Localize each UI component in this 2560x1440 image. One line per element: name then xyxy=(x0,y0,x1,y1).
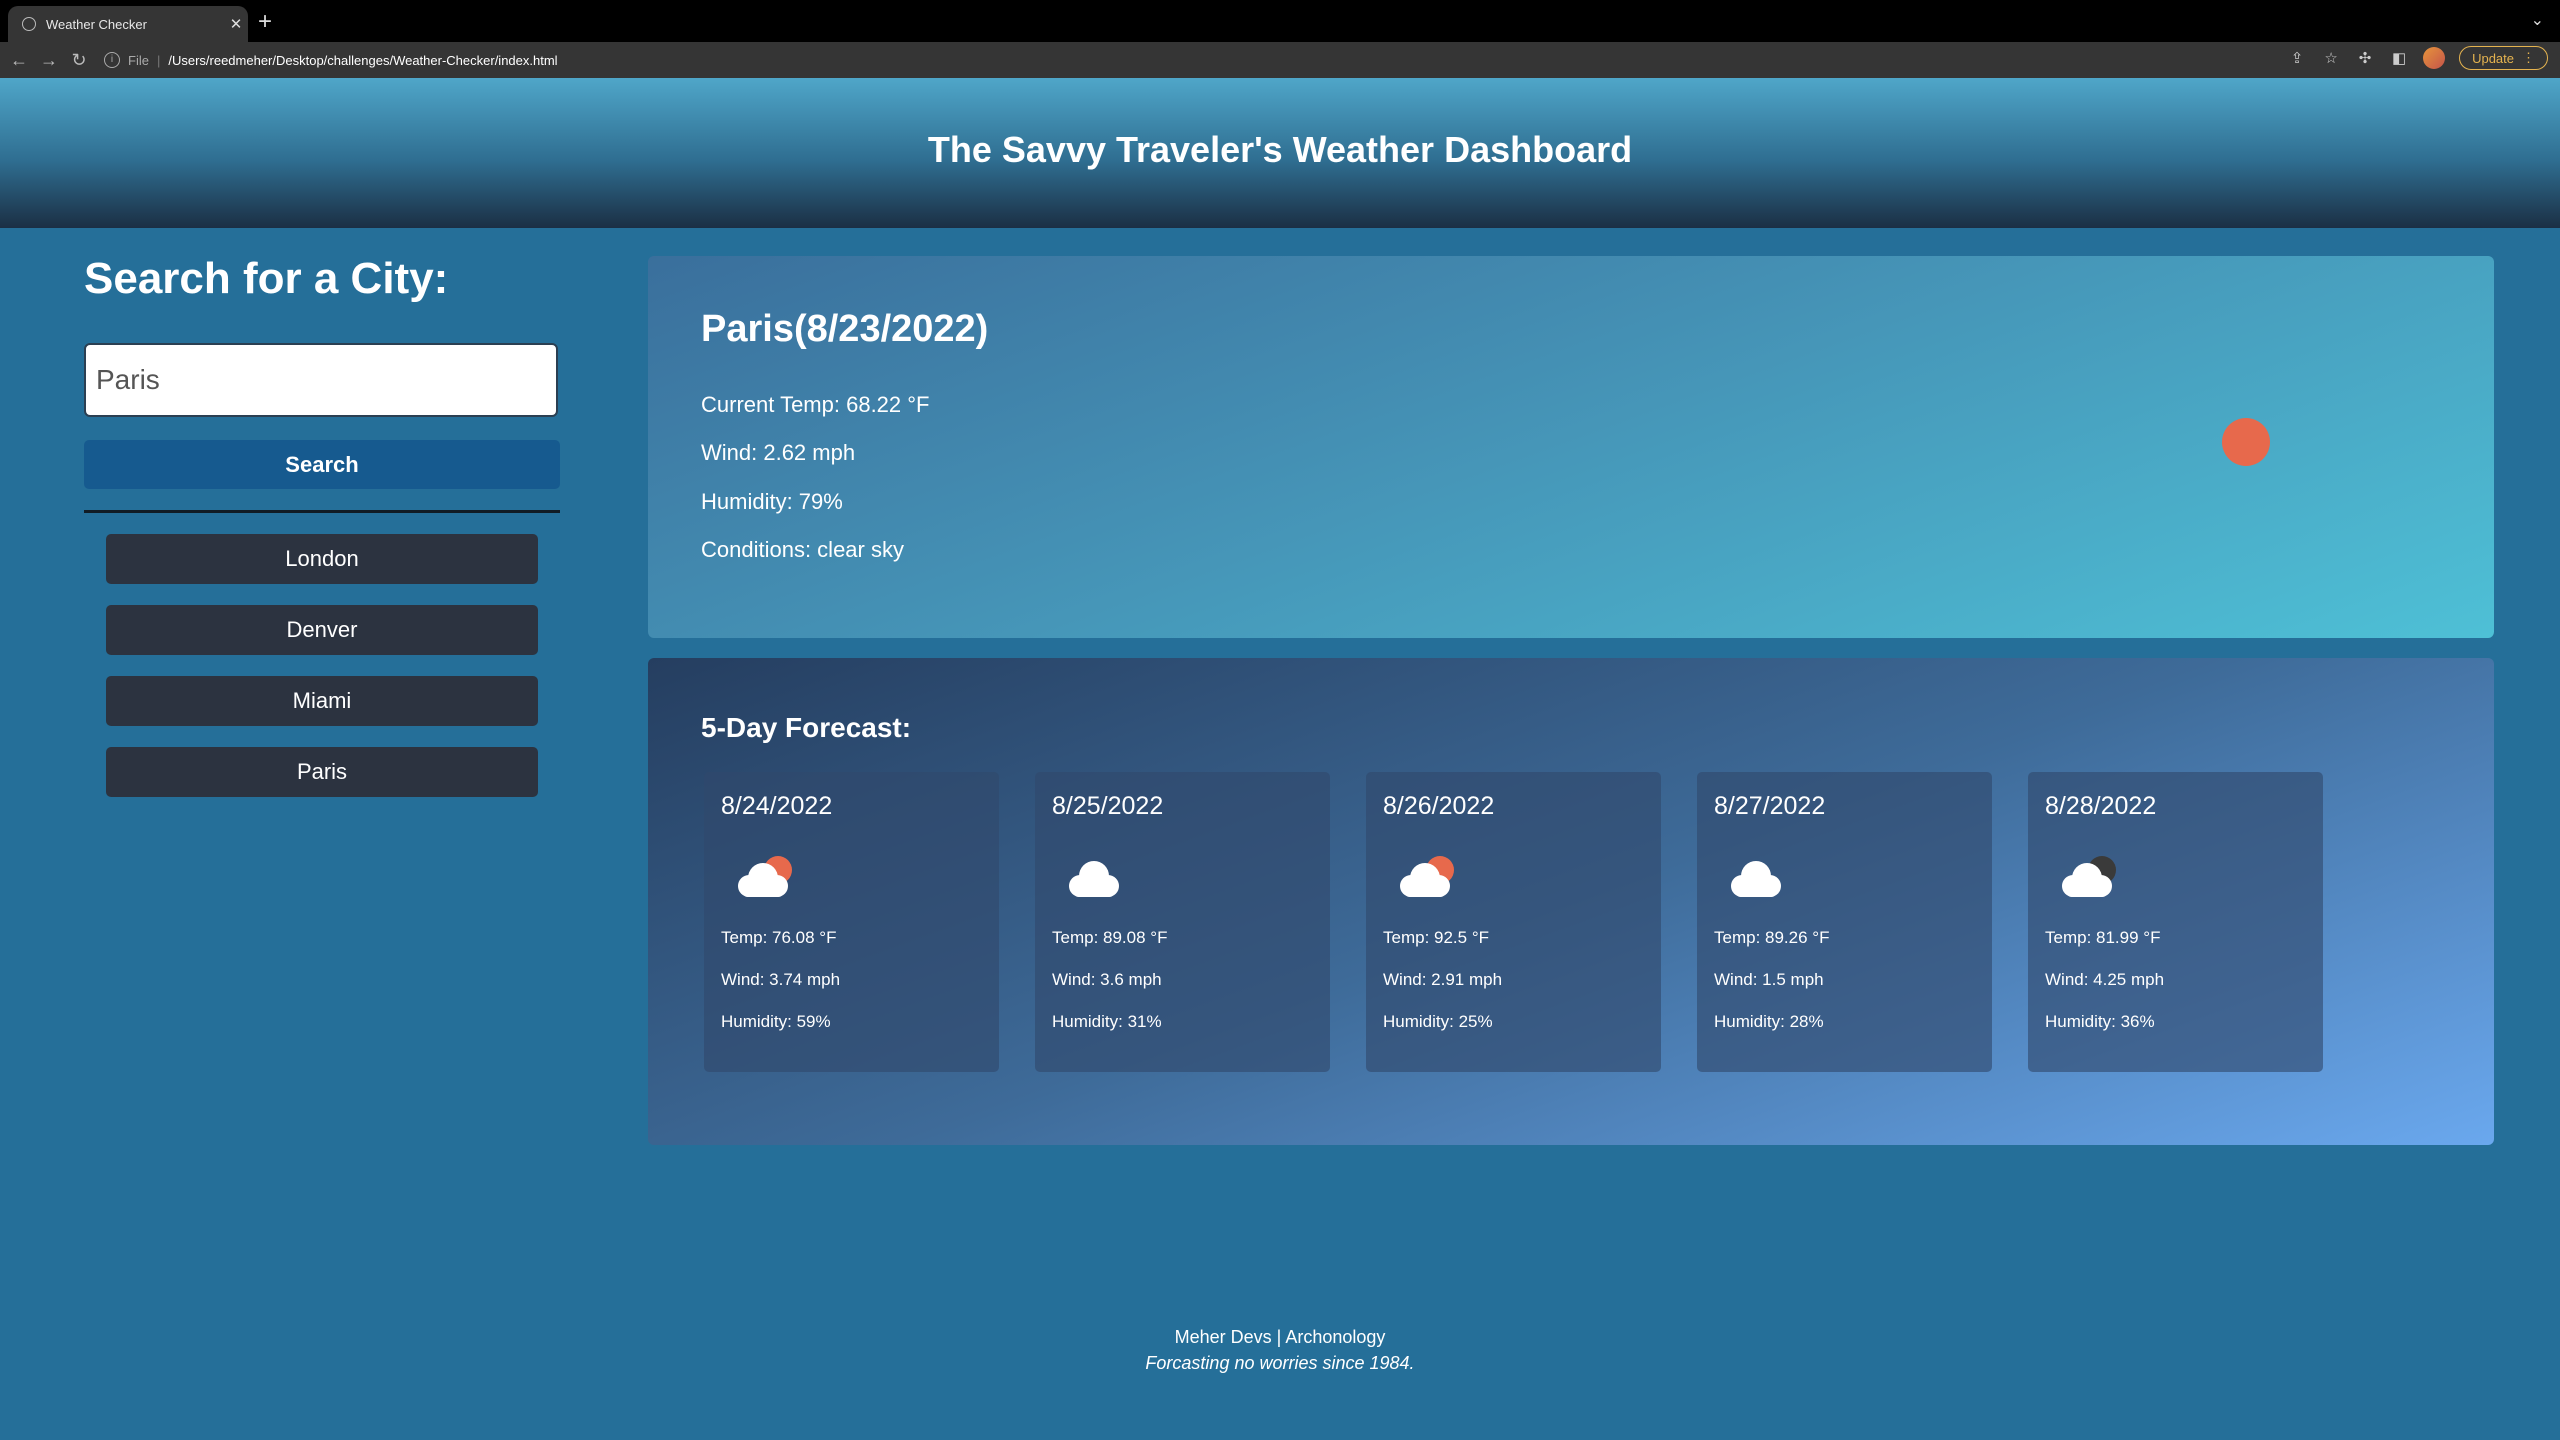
forecast-panel: 5-Day Forecast: 8/24/2022 Temp: 76.08 °F… xyxy=(648,658,2494,1145)
page-header: The Savvy Traveler's Weather Dashboard xyxy=(0,78,2560,228)
footer: Meher Devs | Archonology Forcasting no w… xyxy=(0,1324,2560,1376)
forecast-date: 8/24/2022 xyxy=(721,792,833,820)
clear-sky-sun-icon xyxy=(2222,418,2270,466)
search-heading: Search for a City: xyxy=(84,254,449,303)
history-button[interactable]: Miami xyxy=(106,676,538,726)
browser-tab[interactable]: Weather Checker ✕ xyxy=(8,6,248,42)
globe-icon xyxy=(22,17,36,31)
forecast-wind: Wind: 1.5 mph xyxy=(1714,970,1824,989)
browser-toolbar: ← → ↻ i File | /Users/reedmeher/Desktop/… xyxy=(0,42,2560,78)
back-icon[interactable]: ← xyxy=(4,50,34,71)
forecast-temp: Temp: 92.5 °F xyxy=(1383,928,1490,947)
history-button[interactable]: Denver xyxy=(106,605,538,655)
forecast-temp: Temp: 81.99 °F xyxy=(2045,928,2161,947)
url-separator: | xyxy=(156,52,161,68)
forecast-card: 8/26/2022 Temp: 92.5 °F Wind: 2.91 mph H… xyxy=(1366,772,1661,1072)
profile-icon[interactable] xyxy=(2423,47,2446,69)
current-weather-card: Paris(8/23/2022) Current Temp: 68.22 °F … xyxy=(648,256,2494,638)
current-temp: Current Temp: 68.22 °F xyxy=(701,392,930,417)
search-button[interactable]: Search xyxy=(84,440,560,489)
cloud-icon xyxy=(1731,861,1781,897)
forecast-card: 8/25/2022 Temp: 89.08 °F Wind: 3.6 mph H… xyxy=(1035,772,1330,1072)
sidepanel-icon[interactable]: ◧ xyxy=(2389,49,2409,67)
divider xyxy=(84,510,560,513)
footer-credit: Meher Devs | Archonology xyxy=(1174,1327,1386,1347)
forecast-humidity: Humidity: 36% xyxy=(2045,1012,2155,1031)
close-tab-icon[interactable]: ✕ xyxy=(224,15,248,33)
page-title: The Savvy Traveler's Weather Dashboard xyxy=(927,129,1633,170)
star-icon[interactable]: ☆ xyxy=(2321,49,2341,67)
current-conditions: Conditions: clear sky xyxy=(701,537,904,562)
forward-icon[interactable]: → xyxy=(34,50,64,71)
forecast-temp: Temp: 89.26 °F xyxy=(1714,928,1830,947)
browser-tabstrip: Weather Checker ✕ + ⌄ xyxy=(0,0,2560,42)
update-label: Update xyxy=(2472,50,2514,66)
partly-cloudy-night-icon xyxy=(2062,856,2116,897)
partly-cloudy-day-icon xyxy=(738,856,792,897)
forecast-wind: Wind: 2.91 mph xyxy=(1383,970,1503,989)
toolbar-actions: ⇪ ☆ ✣ ◧ Update ⋮ xyxy=(2287,46,2548,70)
tab-title: Weather Checker xyxy=(46,16,147,32)
reload-icon[interactable]: ↻ xyxy=(64,50,94,71)
extensions-icon[interactable]: ✣ xyxy=(2355,49,2375,67)
forecast-humidity: Humidity: 59% xyxy=(721,1012,831,1031)
forecast-date: 8/28/2022 xyxy=(2045,792,2157,820)
forecast-humidity: Humidity: 25% xyxy=(1383,1012,1493,1031)
forecast-humidity: Humidity: 28% xyxy=(1714,1012,1824,1031)
forecast-date: 8/25/2022 xyxy=(1052,792,1164,820)
current-humidity: Humidity: 79% xyxy=(701,489,843,514)
forecast-wind: Wind: 3.6 mph xyxy=(1052,970,1162,989)
info-icon[interactable]: i xyxy=(104,52,120,68)
forecast-date: 8/26/2022 xyxy=(1383,792,1495,820)
partly-cloudy-day-icon xyxy=(1400,856,1454,897)
forecast-humidity: Humidity: 31% xyxy=(1052,1012,1162,1031)
kebab-menu-icon: ⋮ xyxy=(2522,50,2535,65)
url-path[interactable]: /Users/reedmeher/Desktop/challenges/Weat… xyxy=(168,53,557,68)
forecast-wind: Wind: 3.74 mph xyxy=(721,970,841,989)
new-tab-icon[interactable]: + xyxy=(258,8,272,36)
current-city-date: Paris(8/23/2022) xyxy=(701,308,989,350)
forecast-card: 8/28/2022 Temp: 81.99 °F Wind: 4.25 mph … xyxy=(2028,772,2323,1072)
share-icon[interactable]: ⇪ xyxy=(2287,49,2307,67)
update-button[interactable]: Update ⋮ xyxy=(2459,46,2548,70)
address-bar[interactable]: i File | /Users/reedmeher/Desktop/challe… xyxy=(104,52,558,68)
history-button[interactable]: Paris xyxy=(106,747,538,797)
history-button[interactable]: London xyxy=(106,534,538,584)
current-wind: Wind: 2.62 mph xyxy=(701,440,856,465)
tab-search-icon[interactable]: ⌄ xyxy=(2531,10,2544,30)
search-history: London Denver Miami Paris xyxy=(106,534,538,818)
forecast-card: 8/27/2022 Temp: 89.26 °F Wind: 1.5 mph H… xyxy=(1697,772,1992,1072)
city-search-input[interactable] xyxy=(84,343,558,417)
forecast-row: 8/24/2022 Temp: 76.08 °F Wind: 3.74 mph … xyxy=(704,772,2323,1072)
forecast-temp: Temp: 89.08 °F xyxy=(1052,928,1168,947)
footer-tagline: Forcasting no worries since 1984. xyxy=(1145,1353,1415,1373)
url-scheme: File xyxy=(128,52,149,68)
forecast-card: 8/24/2022 Temp: 76.08 °F Wind: 3.74 mph … xyxy=(704,772,999,1072)
cloud-icon xyxy=(1069,861,1119,897)
forecast-wind: Wind: 4.25 mph xyxy=(2045,970,2165,989)
forecast-temp: Temp: 76.08 °F xyxy=(721,928,837,947)
forecast-heading: 5-Day Forecast: xyxy=(701,712,912,743)
forecast-date: 8/27/2022 xyxy=(1714,792,1826,820)
